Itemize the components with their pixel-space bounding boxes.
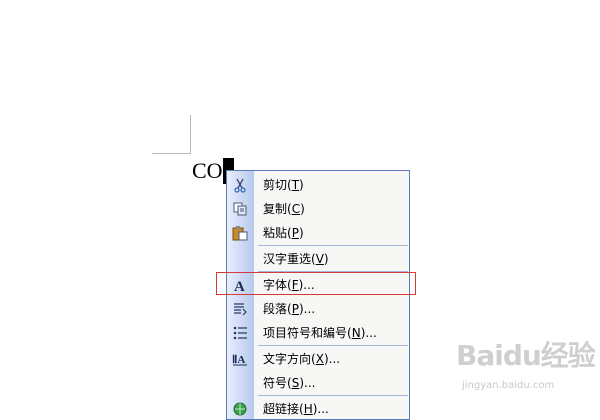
menu-item-label: 汉字重选 xyxy=(263,252,312,266)
menu-item-accesskey: H xyxy=(303,402,313,416)
menu-separator xyxy=(258,345,408,346)
menu-separator xyxy=(258,395,408,396)
copy-icon xyxy=(231,200,249,218)
menu-item-cut[interactable]: 剪切(T) xyxy=(227,173,409,197)
menu-item-label: 文字方向 xyxy=(263,352,312,366)
paragraph-icon xyxy=(231,300,249,318)
context-menu: 剪切(T) 复制(C) 粘贴(P) 汉字重选(V) A 字体(F)... 段落(… xyxy=(226,170,410,420)
menu-item-symbol[interactable]: 符号(S)... xyxy=(227,371,409,395)
page-margin-horizontal xyxy=(152,153,191,154)
watermark-brand: Baidu经验 xyxy=(456,339,596,372)
menu-item-accesskey: P xyxy=(291,226,299,240)
menu-item-accesskey: V xyxy=(315,252,324,266)
menu-item-hyperlink[interactable]: 超链接(H)... xyxy=(227,397,409,419)
menu-item-label: 符号 xyxy=(263,376,288,390)
watermark: Baidu经验 jingyan.baidu.com xyxy=(452,334,596,404)
watermark-url: jingyan.baidu.com xyxy=(462,380,555,391)
menu-item-label: 段落 xyxy=(263,302,288,316)
paste-icon xyxy=(231,224,249,242)
svg-text:ⅡA: ⅡA xyxy=(232,354,245,366)
menu-item-ellipsis: ... xyxy=(365,326,377,340)
menu-item-accesskey: P xyxy=(291,302,299,316)
menu-item-accesskey: N xyxy=(351,326,361,340)
menu-item-text-direction[interactable]: ⅡA 文字方向(X)... xyxy=(227,347,409,371)
menu-item-reconvert[interactable]: 汉字重选(V) xyxy=(227,247,409,271)
menu-item-accesskey: S xyxy=(291,376,300,390)
menu-item-accesskey: T xyxy=(291,178,300,192)
menu-item-ellipsis: ... xyxy=(303,302,316,316)
annotation-highlight-box xyxy=(216,272,416,295)
menu-item-label: 超链接 xyxy=(263,402,300,416)
page-margin-vertical xyxy=(190,115,191,154)
scissors-icon xyxy=(231,176,249,194)
hyperlink-icon xyxy=(231,400,249,418)
menu-item-ellipsis: ... xyxy=(304,376,316,390)
text-direction-icon: ⅡA xyxy=(231,350,249,368)
menu-item-accesskey: C xyxy=(291,202,301,216)
document-text-before: CO xyxy=(192,158,223,183)
menu-item-bullets-numbering[interactable]: 项目符号和编号(N)... xyxy=(227,321,409,345)
menu-item-copy[interactable]: 复制(C) xyxy=(227,197,409,221)
menu-item-accesskey: X xyxy=(315,352,324,366)
menu-item-label: 剪切 xyxy=(263,178,288,192)
menu-item-ellipsis: ... xyxy=(328,352,341,366)
menu-item-label: 粘贴 xyxy=(263,226,288,240)
menu-separator xyxy=(258,245,408,246)
menu-item-paste[interactable]: 粘贴(P) xyxy=(227,221,409,245)
bullets-icon xyxy=(231,324,249,342)
menu-item-label: 复制 xyxy=(263,202,288,216)
menu-item-label: 项目符号和编号 xyxy=(263,326,348,340)
menu-item-ellipsis: ... xyxy=(317,402,329,416)
menu-item-paragraph[interactable]: 段落(P)... xyxy=(227,297,409,321)
